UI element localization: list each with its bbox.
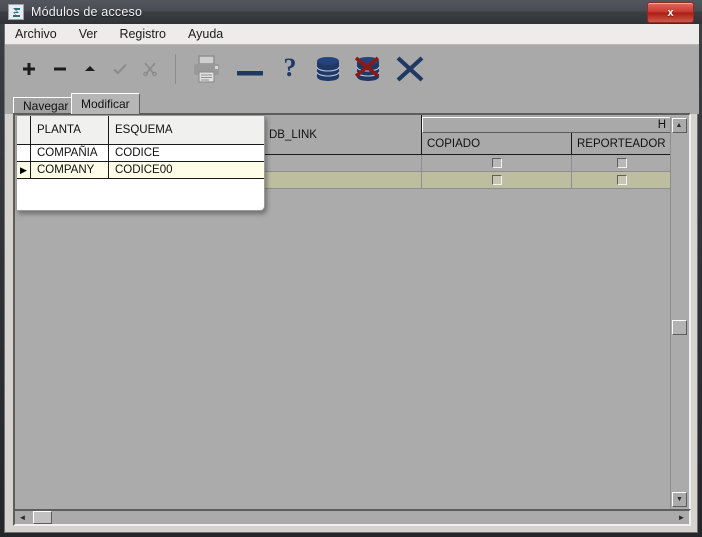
popup-cell-esquema-value: CODICE00: [115, 164, 173, 176]
popup-header-planta-label: PLANTA: [37, 124, 81, 136]
cell-reporteador[interactable]: [572, 155, 673, 172]
print-icon[interactable]: [186, 45, 228, 92]
scroll-right-button[interactable]: ►: [677, 513, 686, 522]
popup-header-indicator: [17, 116, 31, 145]
horizontal-scrollbar-thumb[interactable]: [33, 511, 52, 524]
menu-bar: Archivo Ver Registro Ayuda: [5, 24, 699, 45]
svg-text:?: ?: [284, 54, 297, 82]
popup-row-indicator: ▶: [17, 162, 31, 179]
checkbox-copiado[interactable]: [491, 158, 502, 168]
tab-modificar[interactable]: Modificar: [71, 93, 140, 114]
toolbar-separator: [175, 53, 176, 84]
delete-record-icon[interactable]: [45, 45, 75, 92]
database-delete-icon[interactable]: [348, 45, 388, 92]
popup-row-indicator: [17, 145, 31, 162]
close-icon: x: [667, 6, 674, 19]
grid-header-db-link[interactable]: DB_LINK: [264, 115, 422, 155]
popup-header-planta[interactable]: PLANTA: [31, 116, 109, 145]
cut-scissors-icon: [135, 45, 165, 92]
triangle-left-icon: ◄: [18, 513, 27, 522]
tab-navegar-label: Navegar: [23, 99, 69, 113]
confirm-check-icon: [105, 45, 135, 92]
window-title: Módulos de acceso: [31, 5, 143, 19]
menu-item-ver[interactable]: Ver: [79, 27, 98, 41]
popup-header-row: PLANTA ESQUEMA: [17, 116, 264, 145]
cell-db-link: [264, 155, 422, 172]
menu-item-registro[interactable]: Registro: [119, 27, 166, 41]
insert-record-icon[interactable]: [13, 45, 45, 92]
popup-header-esquema[interactable]: ESQUEMA: [109, 116, 264, 145]
grid-header-copiado[interactable]: COPIADO: [422, 133, 572, 155]
menu-item-archivo[interactable]: Archivo: [15, 27, 57, 41]
window-close-button[interactable]: x: [647, 2, 694, 23]
popup-footer-strip: [17, 198, 264, 210]
popup-cell-esquema: CODICE: [109, 145, 264, 162]
grid-header-reporteador[interactable]: REPORTEADOR: [572, 133, 673, 155]
vertical-scrollbar[interactable]: ▲: [670, 117, 687, 521]
grid-group-header-label: H: [657, 119, 666, 131]
scroll-down-button[interactable]: ▼: [672, 492, 687, 507]
cell-db-link: [264, 172, 422, 189]
grid-header-copiado-label: COPIADO: [427, 137, 481, 150]
popup-cell-planta-value: COMPANY: [37, 164, 95, 176]
list-item[interactable]: COMPAÑIA CODICE: [17, 145, 264, 162]
tab-modificar-label: Modificar: [81, 97, 130, 111]
horizontal-scrollbar[interactable]: ◄ ►: [13, 509, 691, 526]
database-icon[interactable]: [308, 45, 348, 92]
scroll-left-button[interactable]: ◄: [18, 513, 27, 522]
checkbox-reporteador[interactable]: [617, 158, 627, 168]
grid-group-header: H: [422, 117, 671, 133]
cell-copiado[interactable]: [422, 155, 572, 172]
popup-header-esquema-label: ESQUEMA: [115, 124, 173, 136]
grid-header-reporteador-label: REPORTEADOR: [577, 137, 666, 150]
menu-item-ayuda[interactable]: Ayuda: [188, 27, 223, 41]
application-window: Módulos de acceso x Archivo Ver Registro…: [0, 0, 702, 537]
popup-cell-planta: COMPAÑIA: [31, 145, 109, 162]
dash-icon[interactable]: [228, 45, 272, 92]
tab-navegar[interactable]: Navegar: [13, 97, 79, 114]
close-x-icon[interactable]: [388, 45, 432, 92]
app-window-icon: [8, 4, 24, 20]
row-arrow-icon: ▶: [20, 164, 27, 175]
triangle-down-icon: ▼: [676, 496, 683, 503]
cell-copiado[interactable]: [422, 172, 572, 189]
checkbox-copiado[interactable]: [491, 175, 502, 185]
tab-strip: Navegar Modificar: [5, 92, 699, 114]
lookup-popup-list[interactable]: PLANTA ESQUEMA COMPAÑIA CODICE ▶ COMPANY…: [16, 115, 265, 211]
popup-cell-planta-value: COMPAÑIA: [37, 147, 98, 159]
vertical-scrollbar-thumb[interactable]: [672, 320, 687, 335]
popup-cell-esquema-value: CODICE: [115, 147, 160, 159]
move-up-icon[interactable]: [75, 45, 105, 92]
list-item[interactable]: ▶ COMPANY CODICE00: [17, 162, 264, 179]
triangle-right-icon: ►: [677, 513, 686, 522]
title-bar: Módulos de acceso x: [0, 0, 702, 24]
client-area: Archivo Ver Registro Ayuda ? Navegar Mod…: [4, 24, 699, 533]
popup-cell-esquema: CODICE00: [109, 162, 264, 179]
grid-header-db-link-label: DB_LINK: [269, 128, 317, 141]
scroll-up-button[interactable]: ▲: [671, 118, 687, 133]
popup-cell-planta: COMPANY: [31, 162, 109, 179]
checkbox-reporteador[interactable]: [617, 175, 627, 185]
cell-reporteador[interactable]: [572, 172, 673, 189]
triangle-up-icon: ▲: [675, 122, 683, 129]
help-icon[interactable]: ?: [272, 45, 308, 92]
toolbar: ?: [5, 45, 699, 92]
